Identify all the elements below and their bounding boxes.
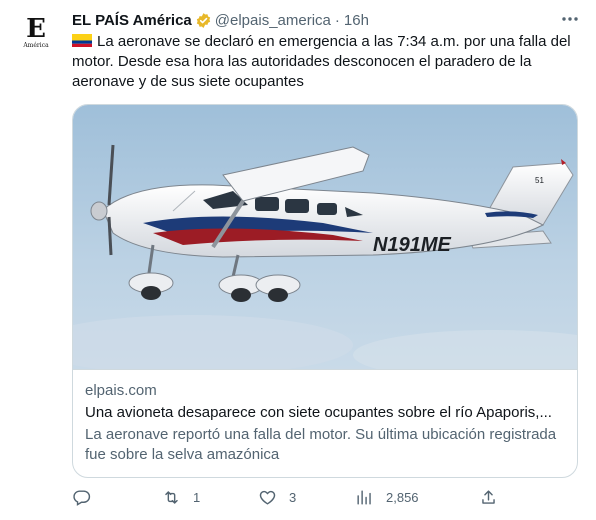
tweet[interactable]: E América EL PAÍS América @elpais_americ…: [0, 0, 596, 520]
like-button[interactable]: 3: [258, 488, 296, 507]
tweet-text: La aeronave se declaró en emergencia a l…: [72, 33, 571, 90]
airplane-image: N191ME 51: [73, 105, 577, 369]
tweet-text-container: La aeronave se declaró en emergencia a l…: [72, 32, 578, 92]
card-body[interactable]: elpais.com Una avioneta desaparece con s…: [73, 369, 577, 477]
views-count: 2,856: [386, 490, 419, 505]
verified-badge-icon[interactable]: [195, 12, 212, 29]
card-description: La aeronave reportó una falla del motor.…: [85, 426, 557, 463]
views-button[interactable]: 2,856: [355, 488, 419, 507]
share-button[interactable]: [479, 488, 498, 507]
colombia-flag-icon: [72, 34, 92, 47]
avatar[interactable]: E América: [16, 12, 56, 52]
tail-number-label: 51: [535, 176, 544, 185]
retweet-count: 1: [193, 490, 201, 505]
views-icon: [357, 490, 371, 505]
author-handle[interactable]: @elpais_america: [215, 12, 331, 29]
share-icon: [482, 490, 495, 504]
retweet-button[interactable]: 1: [162, 488, 200, 507]
like-icon: [259, 490, 276, 505]
more-icon[interactable]: [560, 9, 580, 29]
action-bar: 1 3 2,856: [72, 488, 512, 512]
author-name[interactable]: EL PAÍS América: [72, 12, 192, 29]
tweet-header: EL PAÍS América @elpais_america · 16h: [72, 10, 369, 30]
card-domain: elpais.com: [85, 382, 157, 399]
timestamp[interactable]: 16h: [344, 12, 369, 29]
card-title: Una avioneta desaparece con siete ocupan…: [85, 404, 552, 421]
reply-icon: [73, 490, 91, 506]
separator-dot: ·: [334, 11, 340, 29]
avatar-subtitle: América: [23, 41, 49, 49]
link-card[interactable]: N191ME 51 elpais.com Una avioneta desapa…: [72, 104, 578, 478]
registration-label: N191ME: [373, 234, 451, 256]
avatar-letter: E: [26, 13, 46, 44]
like-count: 3: [289, 490, 297, 505]
reply-button[interactable]: [72, 488, 103, 507]
retweet-icon: [165, 491, 178, 504]
